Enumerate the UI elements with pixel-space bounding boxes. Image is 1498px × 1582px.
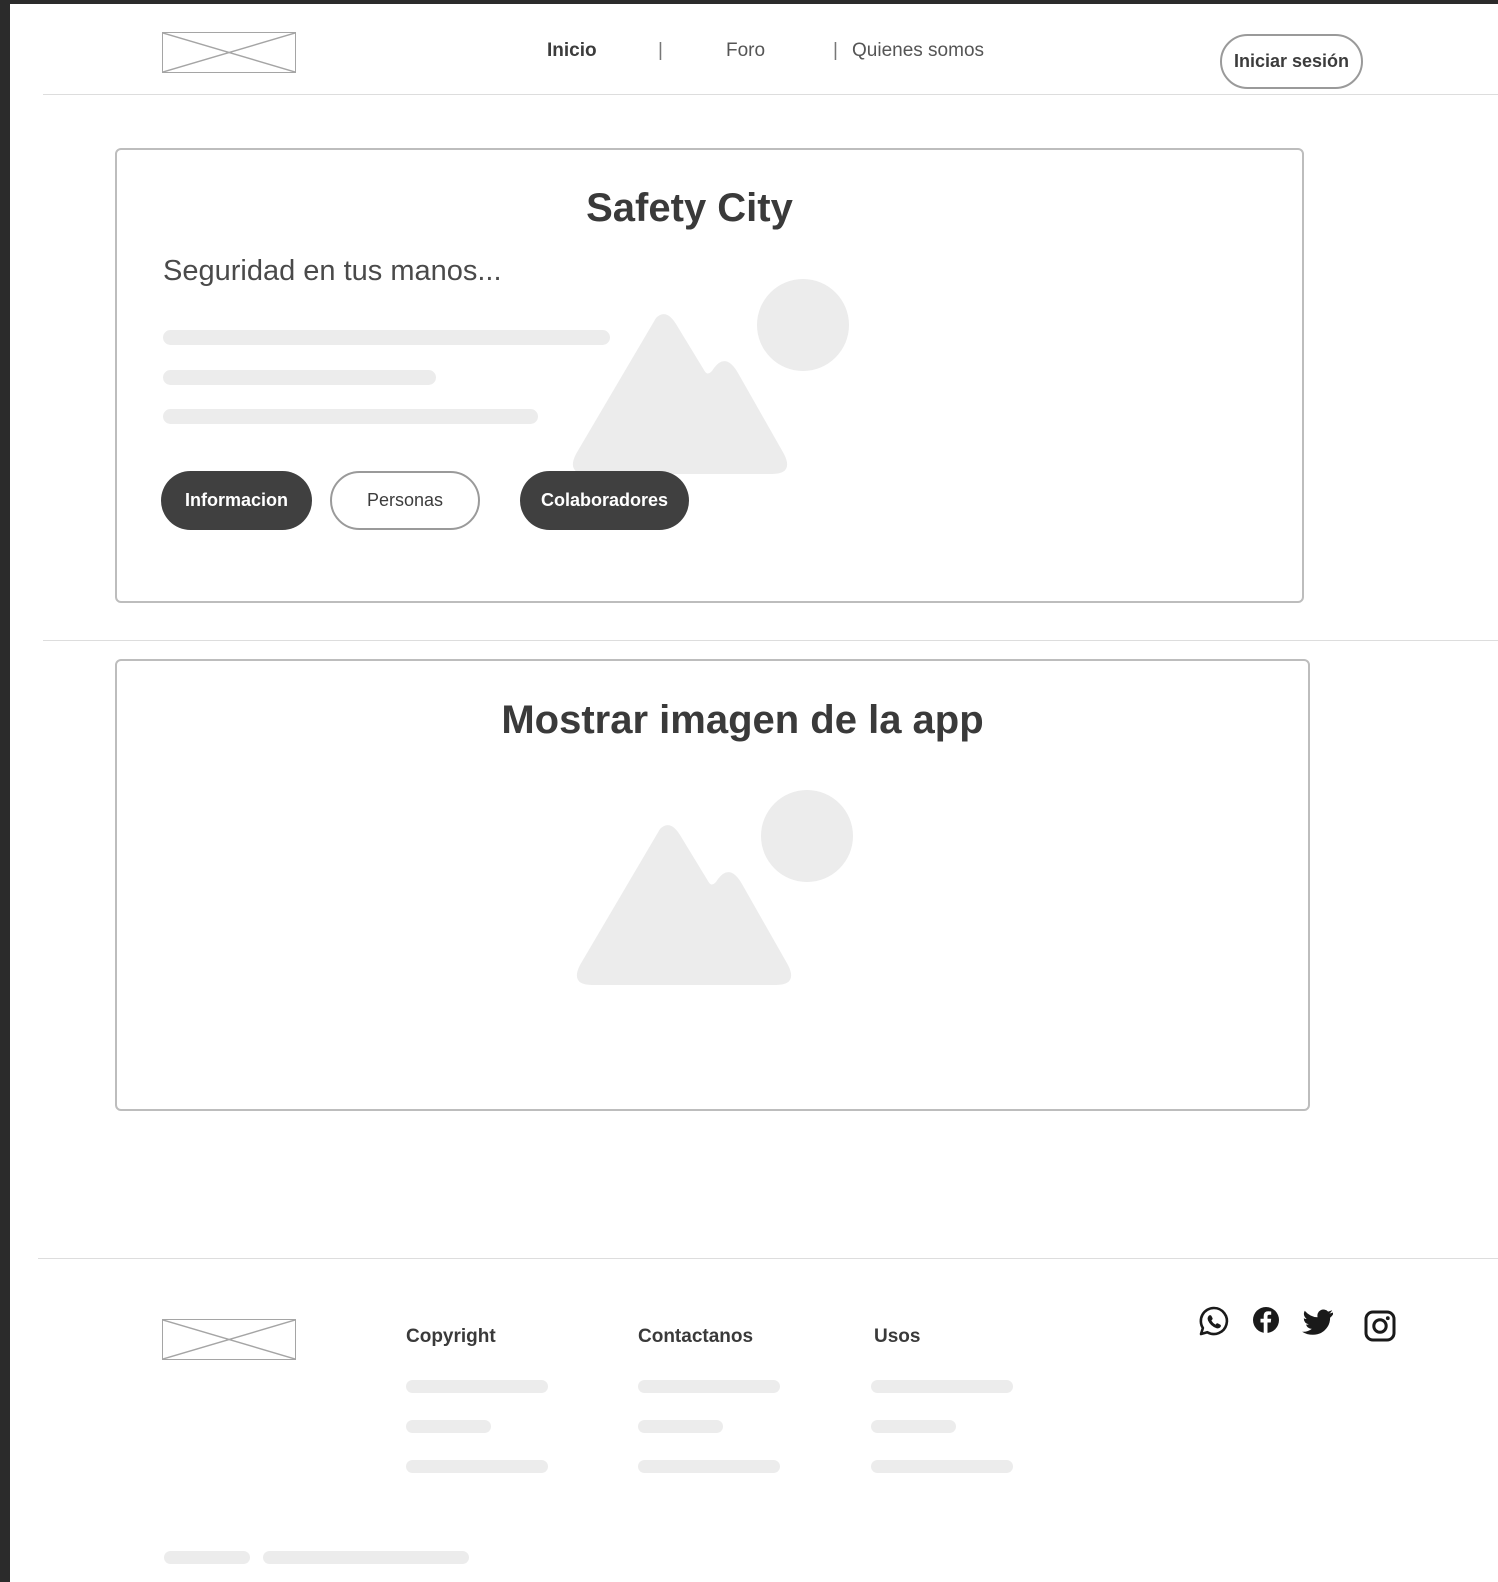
whatsapp-icon[interactable] [1196,1304,1232,1340]
section-divider [43,640,1498,641]
nav-quienes-somos[interactable]: Quienes somos [852,40,984,62]
footer-bottom-placeholder [164,1551,250,1564]
footer-placeholder-line [406,1460,548,1473]
footer-placeholder-line [638,1380,780,1393]
twitter-icon[interactable] [1300,1304,1336,1340]
image-placeholder-icon [576,790,853,985]
nav-foro[interactable]: Foro [726,40,765,62]
login-button[interactable]: Iniciar sesión [1220,34,1363,89]
informacion-button[interactable]: Informacion [161,471,312,530]
footer-placeholder-line [638,1420,723,1433]
footer-contactanos[interactable]: Contactanos [638,1326,753,1348]
nav-inicio[interactable]: Inicio [547,40,597,62]
footer-placeholder-line [871,1380,1013,1393]
nav-separator: | [833,40,838,61]
logo-placeholder[interactable] [162,32,296,73]
footer-placeholder-line [871,1460,1013,1473]
app-section-title: Mostrar imagen de la app [501,698,984,742]
footer-usos[interactable]: Usos [874,1326,920,1348]
nav-separator: | [658,40,663,61]
facebook-icon[interactable] [1248,1304,1284,1340]
colaboradores-button[interactable]: Colaboradores [520,471,689,530]
footer-placeholder-line [406,1420,491,1433]
hero-subtitle: Seguridad en tus manos... [163,255,502,287]
image-placeholder-icon [572,279,849,474]
text-placeholder-line [163,370,436,385]
hero-title: Safety City [586,186,793,230]
text-placeholder-line [163,330,610,345]
text-placeholder-line [163,409,538,424]
instagram-icon[interactable] [1362,1308,1398,1344]
footer-placeholder-line [638,1460,780,1473]
page-canvas: Inicio | Foro | Quienes somos Iniciar se… [10,4,1498,1582]
footer-placeholder-line [406,1380,548,1393]
footer-logo-placeholder [162,1319,296,1360]
footer-copyright[interactable]: Copyright [406,1326,496,1348]
footer-bottom-placeholder [263,1551,469,1564]
footer-divider [38,1258,1498,1259]
personas-button[interactable]: Personas [330,471,480,530]
footer-placeholder-line [871,1420,956,1433]
header-divider [43,94,1498,95]
